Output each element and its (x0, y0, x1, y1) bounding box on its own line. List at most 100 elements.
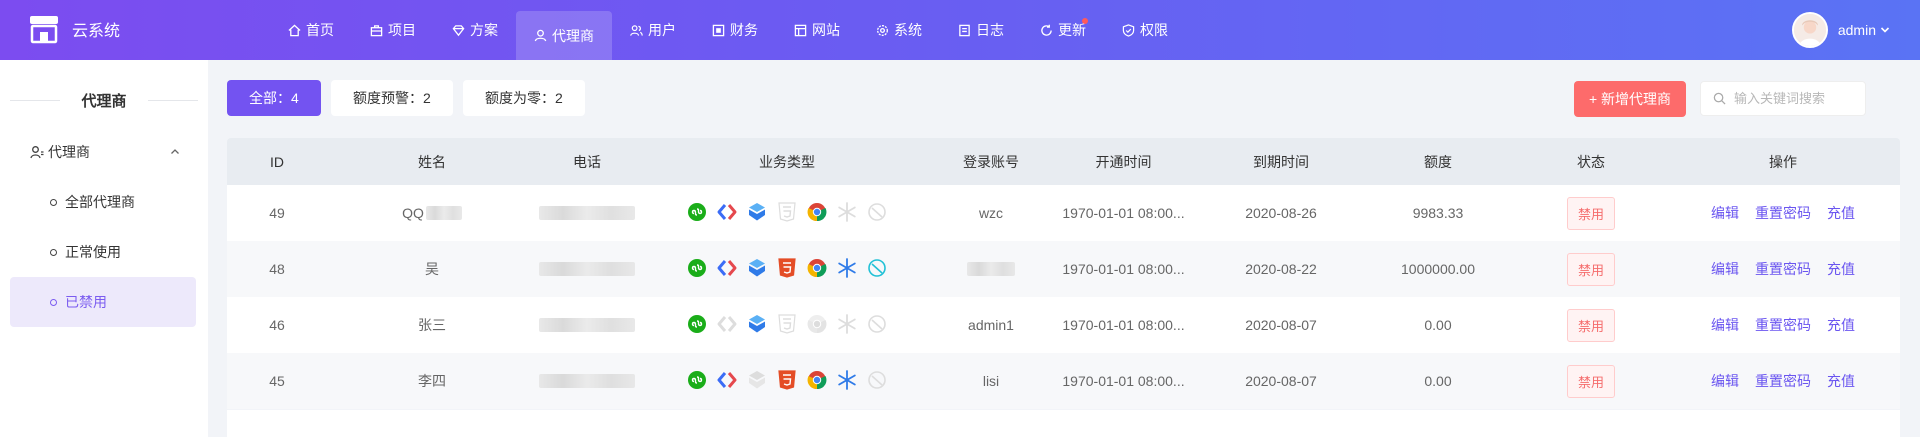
nav-label: 项目 (388, 22, 416, 38)
cell-end-time: 2020-08-07 (1245, 317, 1317, 333)
cell-quota: 0.00 (1424, 373, 1452, 389)
cell-quota: 0.00 (1424, 317, 1452, 333)
edit-link[interactable]: 编辑 (1711, 203, 1739, 223)
nav-label: 代理商 (552, 27, 594, 44)
recharge-link[interactable]: 充值 (1827, 203, 1855, 223)
add-agent-button[interactable]: + 新增代理商 (1574, 81, 1686, 117)
shield-icon (1122, 23, 1135, 37)
reset-password-link[interactable]: 重置密码 (1755, 259, 1811, 279)
table-header: ID 姓名 电话 业务类型 登录账号 开通时间 到期时间 额度 状态 操作 (227, 138, 1900, 185)
html5-icon (776, 313, 798, 338)
header-business-type: 业务类型 (759, 153, 815, 170)
search-icon (1713, 92, 1726, 105)
cell-status: 禁用 (1516, 196, 1666, 230)
top-navbar: 云系统 首页 项目 方案 代理商 用户 财务 网站 系统 日志 更新 权限 ad… (0, 0, 1920, 60)
cube-icon (746, 313, 768, 338)
brand-name: 云系统 (72, 23, 121, 40)
nav-website[interactable]: 网站 (776, 0, 858, 60)
nav-update[interactable]: 更新 (1022, 0, 1104, 60)
diamond-icon (452, 24, 465, 36)
refresh-icon (1041, 24, 1052, 36)
sidebar-item-all-agents[interactable]: 全部代理商 (10, 177, 196, 227)
nav-label: 系统 (894, 22, 922, 38)
edit-link[interactable]: 编辑 (1711, 371, 1739, 391)
status-badge[interactable]: 禁用 (1566, 364, 1615, 398)
user-menu[interactable]: admin (1791, 12, 1890, 48)
recharge-link[interactable]: 充值 (1827, 371, 1855, 391)
sidebar-item-normal[interactable]: 正常使用 (10, 227, 196, 277)
cell-business-type (637, 369, 937, 394)
recharge-link[interactable]: 充值 (1827, 259, 1855, 279)
nav-project[interactable]: 项目 (352, 0, 434, 60)
html5-icon (776, 257, 798, 282)
sidebar-group-agent[interactable]: 代理商 (30, 142, 180, 162)
html5-icon (776, 369, 798, 394)
finance-icon (712, 24, 725, 36)
cell-start-time: 1970-01-01 08:00... (1062, 261, 1185, 277)
miniprogram-icon (686, 369, 708, 394)
cell-actions: 编辑 重置密码 充值 (1666, 371, 1900, 391)
html5-icon (776, 201, 798, 226)
code-icon (716, 313, 738, 338)
cube-icon (746, 257, 768, 282)
cell-account-wrap: wzc (937, 205, 1045, 221)
reset-password-link[interactable]: 重置密码 (1755, 203, 1811, 223)
header-phone: 电话 (573, 153, 601, 170)
nav-permission[interactable]: 权限 (1104, 0, 1186, 60)
cell-id: 46 (269, 317, 285, 333)
snowflake-icon (836, 201, 858, 226)
nav-label: 财务 (730, 22, 758, 38)
username: admin (1837, 22, 1876, 38)
cell-id: 49 (269, 205, 285, 221)
header-name: 姓名 (418, 153, 446, 170)
filter-quota-zero[interactable]: 额度为零：2 (463, 80, 585, 116)
bullet-icon (50, 298, 57, 306)
cell-status: 禁用 (1516, 252, 1666, 286)
edit-link[interactable]: 编辑 (1711, 315, 1739, 335)
leaf-icon (866, 201, 888, 226)
nav-home[interactable]: 首页 (270, 0, 352, 60)
cell-start-time: 1970-01-01 08:00... (1062, 205, 1185, 221)
nav-plan[interactable]: 方案 (434, 0, 516, 60)
header-id: ID (270, 153, 284, 170)
brand[interactable]: 云系统 (28, 14, 120, 44)
header-actions: 操作 (1769, 153, 1797, 170)
cell-actions: 编辑 重置密码 充值 (1666, 203, 1900, 223)
blurred-account (967, 262, 1015, 276)
cell-phone (537, 206, 637, 220)
sidebar-title: 代理商 (0, 90, 208, 111)
nav-log[interactable]: 日志 (940, 0, 1022, 60)
cell-account-wrap: lisi (937, 373, 1045, 389)
status-badge[interactable]: 禁用 (1566, 252, 1615, 286)
code-icon (716, 257, 738, 282)
recharge-link[interactable]: 充值 (1827, 315, 1855, 335)
table-row: 48 吴 1970-01-01 08:00... 2020-08-22 1000… (227, 241, 1900, 297)
filter-all[interactable]: 全部：4 (227, 80, 321, 116)
search-input[interactable] (1734, 91, 1854, 106)
chevron-up-icon (171, 149, 179, 154)
nav-label: 权限 (1140, 22, 1168, 38)
reset-password-link[interactable]: 重置密码 (1755, 315, 1811, 335)
status-badge[interactable]: 禁用 (1566, 308, 1615, 342)
update-badge-dot (1082, 18, 1088, 24)
bullet-icon (50, 248, 57, 256)
status-badge[interactable]: 禁用 (1566, 196, 1615, 230)
nav-label: 方案 (470, 22, 498, 38)
avatar[interactable] (1791, 12, 1828, 48)
edit-link[interactable]: 编辑 (1711, 259, 1739, 279)
nav-finance[interactable]: 财务 (694, 0, 776, 60)
header-status: 状态 (1577, 153, 1605, 170)
filter-quota-warning[interactable]: 额度预警：2 (331, 80, 453, 116)
cell-account-wrap (937, 262, 1045, 276)
cell-name: 吴 (327, 259, 537, 279)
sidebar-item-disabled[interactable]: 已禁用 (10, 277, 196, 327)
nav-user[interactable]: 用户 (612, 0, 694, 60)
nav-agent[interactable]: 代理商 (516, 11, 612, 60)
reset-password-link[interactable]: 重置密码 (1755, 371, 1811, 391)
nav-system[interactable]: 系统 (858, 0, 940, 60)
miniprogram-icon (686, 201, 708, 226)
sidebar-item-label: 已禁用 (65, 294, 107, 310)
bullet-icon (50, 198, 57, 206)
cell-quota: 1000000.00 (1401, 261, 1475, 277)
cell-status: 禁用 (1516, 308, 1666, 342)
